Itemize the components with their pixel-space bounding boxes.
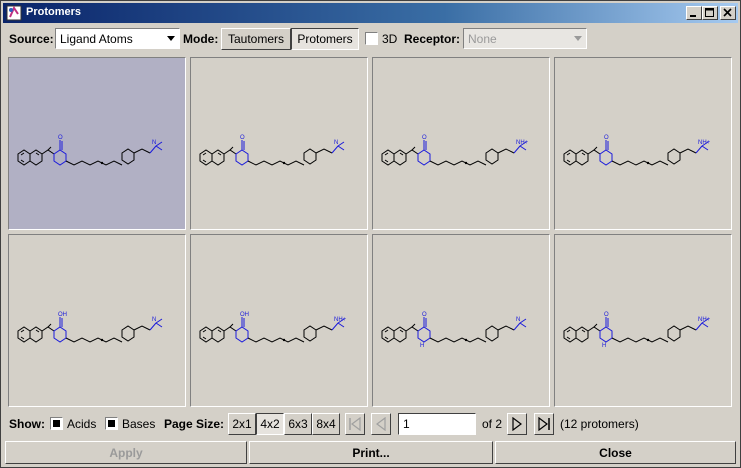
last-page-icon: [538, 417, 550, 431]
source-value: Ligand Atoms: [60, 32, 133, 46]
apply-button[interactable]: Apply: [5, 441, 247, 464]
chevron-down-icon: [574, 36, 582, 41]
source-label: Source:: [9, 32, 54, 46]
window-title: Protomers: [26, 6, 82, 18]
page-size-4x2-button[interactable]: 4x2: [256, 413, 284, 435]
page-size-6x3-button[interactable]: 6x3: [284, 413, 312, 435]
minimize-button[interactable]: [686, 6, 702, 20]
amine-label: NH+: [334, 317, 347, 323]
molecule-structure: OH NH+: [199, 312, 347, 343]
protomer-cell[interactable]: O NH+: [372, 57, 550, 230]
previous-page-button[interactable]: [371, 413, 391, 435]
close-icon: [723, 8, 732, 17]
protomer-cell[interactable]: O N H: [372, 234, 550, 407]
receptor-value: None: [468, 32, 497, 46]
page-number-value: 1: [403, 417, 410, 431]
molecule-structure: OH N: [17, 312, 163, 343]
carbonyl-label: O: [604, 312, 609, 318]
molecule-structure: O NH+: [381, 135, 529, 166]
close-button[interactable]: Close: [495, 441, 736, 464]
carbonyl-label: O: [422, 312, 427, 318]
amine-label: N: [152, 317, 156, 323]
amine-label: NH+: [516, 140, 529, 146]
molecule-structure: ON: [17, 135, 163, 166]
amine-label: N: [334, 140, 338, 146]
protomer-cell[interactable]: OH N: [8, 234, 186, 407]
first-page-button[interactable]: [345, 413, 365, 435]
protomer-cell[interactable]: OH NH+: [190, 234, 368, 407]
acids-checkbox[interactable]: [50, 417, 63, 430]
acids-label: Acids: [67, 417, 97, 431]
mode-protomers-button[interactable]: Protomers: [291, 28, 359, 50]
page-size-8x4-button[interactable]: 8x4: [312, 413, 340, 435]
page-number-input[interactable]: 1: [398, 413, 476, 435]
molecule-structure: ON: [199, 135, 345, 166]
page-size-2x1-button[interactable]: 2x1: [228, 413, 256, 435]
carbonyl-label: O: [422, 135, 427, 141]
bases-checkbox[interactable]: [105, 417, 118, 430]
close-window-button[interactable]: [720, 6, 736, 20]
print-button[interactable]: Print...: [249, 441, 493, 464]
carbonyl-label: O: [240, 135, 245, 141]
chevron-down-icon: [167, 36, 175, 41]
amine-label: NH+: [698, 317, 711, 323]
minimize-icon: [690, 15, 696, 17]
title-bar[interactable]: Protomers: [3, 3, 738, 23]
bases-label: Bases: [122, 417, 156, 431]
amine-label: N: [152, 140, 156, 146]
ring-hydrogen-label: H: [602, 343, 606, 347]
footer-row: Show: Acids Bases Page Size: 2x1 4x2 6x3…: [9, 413, 734, 435]
molecule-structure: O NH+ H: [563, 312, 711, 347]
controls-row: Source: Ligand Atoms Mode: Tautomers Pro…: [9, 28, 734, 50]
source-select[interactable]: Ligand Atoms: [55, 28, 180, 49]
carbonyl-label: OH: [240, 312, 249, 318]
protomer-cell[interactable]: O NH+ H: [554, 234, 732, 407]
protomer-cell[interactable]: ON: [190, 57, 368, 230]
ring-hydrogen-label: H: [420, 343, 424, 347]
carbonyl-label: OH: [58, 312, 67, 318]
show-label: Show:: [9, 417, 45, 431]
protomer-cell[interactable]: O NH+: [554, 57, 732, 230]
mode-label: Mode:: [183, 32, 219, 46]
page-count-text: of 2: [482, 417, 503, 431]
app-icon: [6, 5, 22, 21]
maximize-button[interactable]: [702, 6, 718, 20]
threed-checkbox[interactable]: [365, 32, 378, 45]
protomer-count: (12 protomers): [560, 417, 639, 431]
page-size-label: Page Size:: [164, 417, 225, 431]
mode-tautomers-button[interactable]: Tautomers: [221, 28, 291, 50]
amine-label: NH+: [698, 140, 711, 146]
maximize-icon: [705, 8, 714, 17]
amine-label: N: [516, 317, 520, 323]
threed-label: 3D: [382, 32, 398, 46]
last-page-button[interactable]: [534, 413, 554, 435]
molecule-structure: O N H: [381, 312, 527, 347]
molecule-structure: O NH+: [563, 135, 711, 166]
previous-page-icon: [376, 417, 386, 431]
protomers-dialog: Protomers Source: Ligand Atoms Mode: Tau…: [0, 0, 741, 468]
receptor-select[interactable]: None: [463, 28, 587, 49]
next-page-button[interactable]: [507, 413, 527, 435]
receptor-label: Receptor:: [404, 32, 461, 46]
next-page-icon: [512, 417, 522, 431]
protomer-cell[interactable]: ON: [8, 57, 186, 230]
first-page-icon: [349, 417, 361, 431]
carbonyl-label: O: [604, 135, 609, 141]
carbonyl-label: O: [58, 135, 63, 141]
